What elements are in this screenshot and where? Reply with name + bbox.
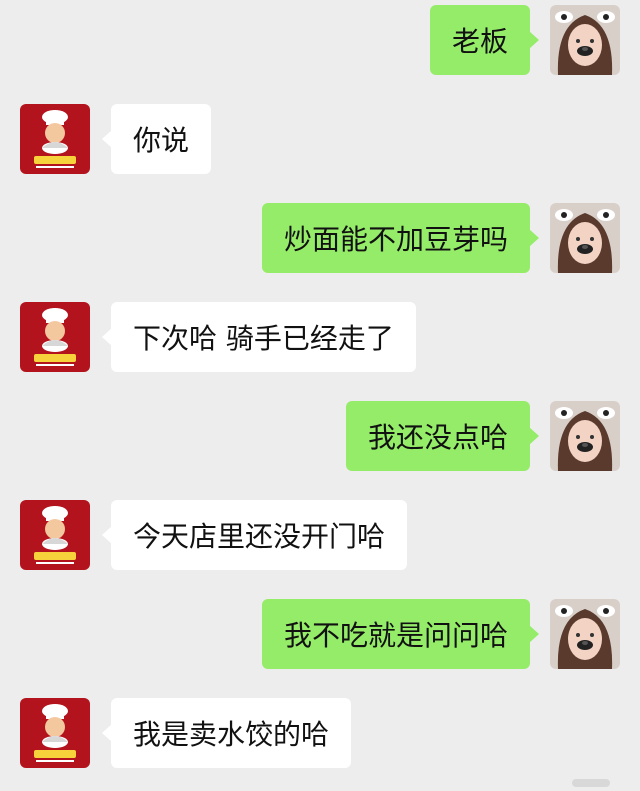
self-avatar[interactable]: [550, 203, 620, 273]
message-bubble-outgoing[interactable]: 我还没点哈: [345, 401, 540, 471]
shop-avatar[interactable]: [20, 104, 90, 174]
message-bubble-incoming[interactable]: 我是卖水饺的哈: [101, 698, 352, 768]
message-row: 炒面能不加豆芽吗: [0, 203, 640, 273]
message-row: 我是卖水饺的哈: [0, 698, 640, 768]
chef-logo-icon: [20, 302, 90, 372]
message-row: 今天店里还没开门哈: [0, 500, 640, 570]
shop-avatar[interactable]: [20, 500, 90, 570]
girl-avatar-icon: [550, 5, 620, 75]
chef-logo-icon: [20, 104, 90, 174]
message-row: 下次哈 骑手已经走了: [0, 302, 640, 372]
message-row: 我不吃就是问问哈: [0, 599, 640, 669]
shop-avatar[interactable]: [20, 302, 90, 372]
message-bubble-incoming[interactable]: 你说: [101, 104, 212, 174]
message-bubble-outgoing[interactable]: 炒面能不加豆芽吗: [261, 203, 540, 273]
self-avatar[interactable]: [550, 599, 620, 669]
message-row: 老板: [0, 5, 640, 75]
message-bubble-incoming[interactable]: 今天店里还没开门哈: [101, 500, 408, 570]
chef-logo-icon: [20, 698, 90, 768]
girl-avatar-icon: [550, 203, 620, 273]
shop-avatar[interactable]: [20, 698, 90, 768]
message-row: 我还没点哈: [0, 401, 640, 471]
girl-avatar-icon: [550, 401, 620, 471]
message-row: 你说: [0, 104, 640, 174]
self-avatar[interactable]: [550, 5, 620, 75]
girl-avatar-icon: [550, 599, 620, 669]
message-bubble-outgoing[interactable]: 我不吃就是问问哈: [261, 599, 540, 669]
message-bubble-incoming[interactable]: 下次哈 骑手已经走了: [102, 302, 416, 372]
self-avatar[interactable]: [550, 401, 620, 471]
watermark: [572, 779, 610, 787]
message-bubble-outgoing[interactable]: 老板: [429, 5, 540, 75]
chef-logo-icon: [20, 500, 90, 570]
